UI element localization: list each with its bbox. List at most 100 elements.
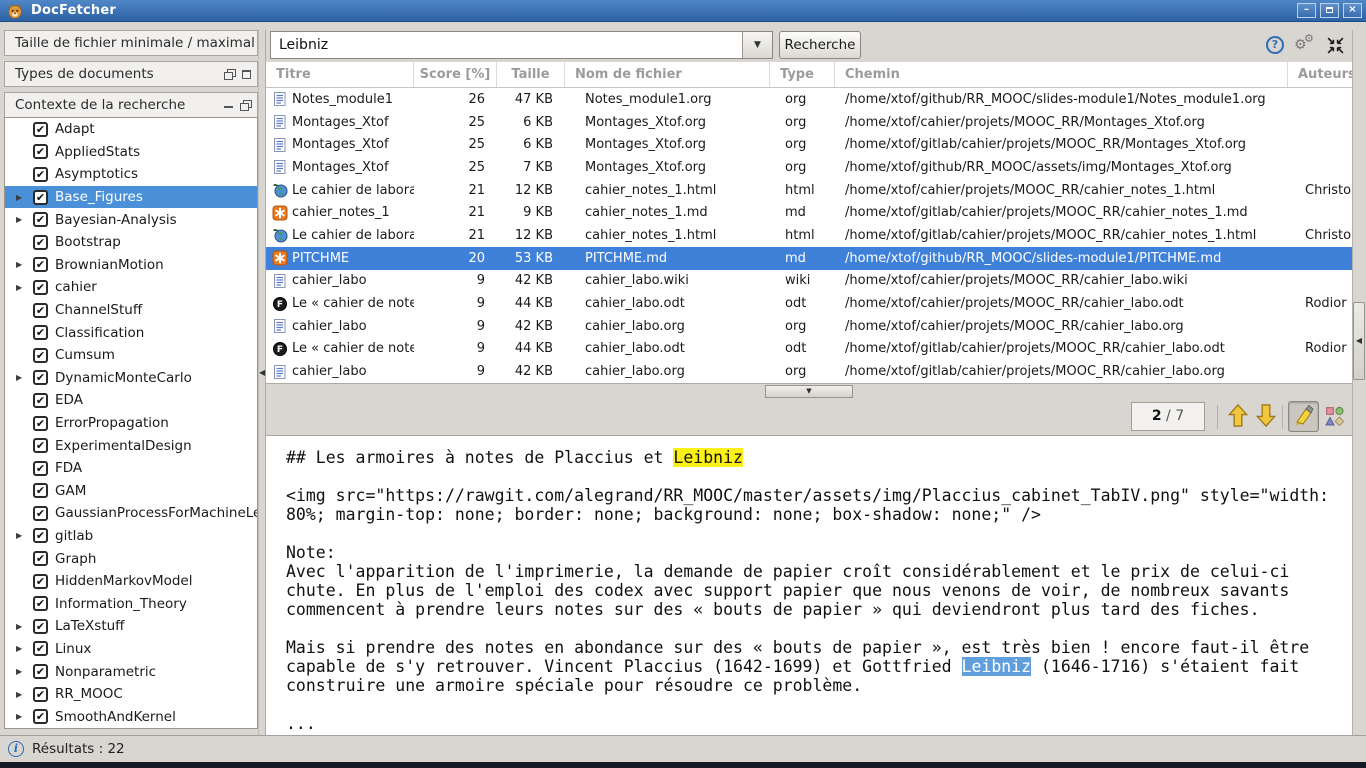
checkbox[interactable]: ✔ <box>33 574 48 589</box>
table-row[interactable]: Montages_Xtof256 KBMontages_Xtof.orgorg/… <box>266 111 1352 134</box>
checkbox[interactable]: ✔ <box>33 370 48 385</box>
checkbox[interactable]: ✔ <box>33 664 48 679</box>
expand-arrow-icon[interactable]: ▶ <box>16 283 26 292</box>
tree-item[interactable]: ▶✔DynamicMonteCarlo <box>5 367 257 390</box>
help-icon[interactable]: ? <box>1266 36 1284 54</box>
checkbox[interactable]: ✔ <box>33 596 48 611</box>
checkbox[interactable]: ✔ <box>33 506 48 521</box>
collapse-left-icon[interactable]: ◀ <box>259 368 265 377</box>
table-row[interactable]: Montages_Xtof257 KBMontages_Xtof.orgorg/… <box>266 156 1352 179</box>
horizontal-sash[interactable]: ▼ <box>266 383 1352 399</box>
maximize-panel-icon[interactable] <box>242 70 251 79</box>
column-header-taille[interactable]: Taille <box>497 62 565 87</box>
checkbox[interactable]: ✔ <box>33 144 48 159</box>
checkbox[interactable]: ✔ <box>33 641 48 656</box>
preview-pane[interactable]: ## Les armoires à notes de Placcius et L… <box>266 435 1352 735</box>
previous-match-button[interactable] <box>1226 403 1250 430</box>
tree-item[interactable]: ▶✔HiddenMarkovModel <box>5 570 257 593</box>
tree-item[interactable]: ▶✔Cumsum <box>5 344 257 367</box>
checkbox[interactable]: ✔ <box>33 122 48 137</box>
tree-item[interactable]: ▶✔ExperimentalDesign <box>5 434 257 457</box>
checkbox[interactable]: ✔ <box>33 551 48 566</box>
search-history-dropdown[interactable]: ▼ <box>742 32 772 58</box>
table-row[interactable]: Notes_module12647 KBNotes_module1.orgorg… <box>266 88 1352 111</box>
checkbox[interactable]: ✔ <box>33 528 48 543</box>
column-header-chemin[interactable]: Chemin <box>835 62 1288 87</box>
tree-item[interactable]: ▶✔BrownianMotion <box>5 254 257 277</box>
column-header-type[interactable]: Type <box>770 62 835 87</box>
preferences-gears-icon[interactable]: ⚙ ⚙ <box>1294 34 1318 54</box>
checkbox[interactable]: ✔ <box>33 167 48 182</box>
tree-item[interactable]: ▶✔Classification <box>5 321 257 344</box>
column-header-nom[interactable]: Nom de fichier <box>565 62 770 87</box>
checkbox[interactable]: ✔ <box>33 461 48 476</box>
restore-panel-icon[interactable] <box>224 69 235 79</box>
checkbox[interactable]: ✔ <box>33 416 48 431</box>
tree-item[interactable]: ▶✔EDA <box>5 389 257 412</box>
checkbox[interactable]: ✔ <box>33 709 48 724</box>
tree-item[interactable]: ▶✔Adapt <box>5 118 257 141</box>
table-row[interactable]: cahier_labo942 KBcahier_labo.orgorg/home… <box>266 315 1352 338</box>
right-sash-button[interactable]: ◀ <box>1353 302 1365 380</box>
tree-item[interactable]: ▶✔GAM <box>5 480 257 503</box>
checkbox[interactable]: ✔ <box>33 393 48 408</box>
tree-item[interactable]: ▶✔gitlab <box>5 525 257 548</box>
tree-item[interactable]: ▶✔cahier <box>5 276 257 299</box>
table-row[interactable]: Le cahier de labora2112 KBcahier_notes_1… <box>266 224 1352 247</box>
checkbox[interactable]: ✔ <box>33 687 48 702</box>
table-row[interactable]: cahier_labo942 KBcahier_labo.wikiwiki/ho… <box>266 270 1352 293</box>
search-button[interactable]: Recherche <box>779 31 861 59</box>
minimize-panel-icon[interactable] <box>224 103 233 108</box>
column-header-titre[interactable]: Titre <box>266 62 414 87</box>
minimize-button[interactable]: – <box>1297 3 1316 18</box>
tree-item[interactable]: ▶✔LaTeXstuff <box>5 615 257 638</box>
tree-item[interactable]: ▶✔Bootstrap <box>5 231 257 254</box>
expand-arrow-icon[interactable]: ▶ <box>16 712 26 721</box>
tree-item[interactable]: ▶✔Linux <box>5 638 257 661</box>
expand-arrow-icon[interactable]: ▶ <box>16 690 26 699</box>
collapse-preview-button[interactable]: ▼ <box>765 385 853 398</box>
restore-panel-icon[interactable] <box>240 100 251 110</box>
table-row[interactable]: FLe « cahier de note944 KBcahier_labo.od… <box>266 292 1352 315</box>
match-pager[interactable]: 2 / 7 <box>1131 402 1205 431</box>
tree-item[interactable]: ▶✔Bayesian-Analysis <box>5 208 257 231</box>
checkbox[interactable]: ✔ <box>33 325 48 340</box>
tree-item[interactable]: ▶✔Asymptotics <box>5 163 257 186</box>
checkbox[interactable]: ✔ <box>33 483 48 498</box>
table-row[interactable]: PITCHME2053 KBPITCHME.mdmd/home/xtof/git… <box>266 247 1352 270</box>
column-header-auteurs[interactable]: Auteurs <box>1288 62 1352 87</box>
expand-arrow-icon[interactable]: ▶ <box>16 193 26 202</box>
tree-item[interactable]: ▶✔AppliedStats <box>5 141 257 164</box>
expand-arrow-icon[interactable]: ▶ <box>16 667 26 676</box>
restore-button[interactable] <box>1320 3 1339 18</box>
tree-item[interactable]: ▶✔FDA <box>5 457 257 480</box>
checkbox[interactable]: ✔ <box>33 212 48 227</box>
next-match-button[interactable] <box>1254 403 1278 430</box>
expand-arrow-icon[interactable]: ▶ <box>16 622 26 631</box>
table-row[interactable]: cahier_labo942 KBcahier_labo.orgorg/home… <box>266 360 1352 383</box>
tree-item[interactable]: ▶✔ErrorPropagation <box>5 412 257 435</box>
expand-arrow-icon[interactable]: ▶ <box>16 644 26 653</box>
checkbox[interactable]: ✔ <box>33 303 48 318</box>
highlight-toggle-button[interactable] <box>1288 401 1319 432</box>
checkbox[interactable]: ✔ <box>33 438 48 453</box>
checkbox[interactable]: ✔ <box>33 280 48 295</box>
expand-arrow-icon[interactable]: ▶ <box>16 531 26 540</box>
checkbox[interactable]: ✔ <box>33 235 48 250</box>
table-row[interactable]: cahier_notes_1219 KBcahier_notes_1.mdmd/… <box>266 201 1352 224</box>
tree-item[interactable]: ▶✔RR_MOOC <box>5 683 257 706</box>
checkbox[interactable]: ✔ <box>33 257 48 272</box>
checkbox[interactable]: ✔ <box>33 190 48 205</box>
tree-item[interactable]: ▶✔Base_Figures <box>5 186 257 209</box>
table-row[interactable]: Le cahier de labora2112 KBcahier_notes_1… <box>266 179 1352 202</box>
tree-item[interactable]: ▶✔SmoothAndKernel <box>5 705 257 728</box>
panel-search-scope[interactable]: Contexte de la recherche <box>4 92 258 118</box>
panel-document-types[interactable]: Types de documents <box>4 61 258 87</box>
table-row[interactable]: FLe « cahier de note944 KBcahier_labo.od… <box>266 338 1352 361</box>
search-input[interactable] <box>271 32 742 58</box>
tree-item[interactable]: ▶✔GaussianProcessForMachineLea <box>5 502 257 525</box>
checkbox[interactable]: ✔ <box>33 348 48 363</box>
close-button[interactable]: × <box>1343 3 1362 18</box>
expand-arrow-icon[interactable]: ▶ <box>16 373 26 382</box>
tree-item[interactable]: ▶✔ChannelStuff <box>5 299 257 322</box>
